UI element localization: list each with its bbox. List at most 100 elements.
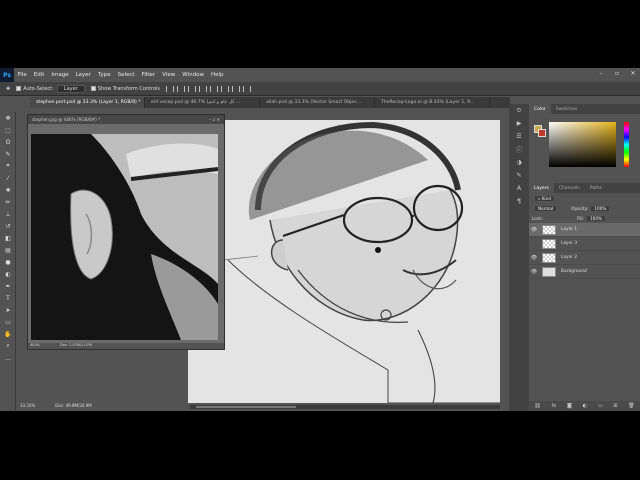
align-top-icon[interactable] [199, 85, 208, 92]
menu-filter[interactable]: Filter [138, 72, 159, 78]
scrollbar-thumb[interactable] [196, 406, 296, 408]
lasso-tool-icon[interactable]: ʘ [0, 136, 16, 148]
hue-slider[interactable] [624, 122, 629, 167]
adjustment-layer-icon[interactable]: ◐ [583, 403, 587, 409]
align-center-icon[interactable] [177, 85, 186, 92]
minimize-icon[interactable]: – [598, 71, 604, 77]
menu-view[interactable]: View [159, 72, 179, 78]
zoom-tool-icon[interactable]: ⌕ [0, 340, 16, 352]
maximize-icon[interactable]: ▫ [614, 71, 620, 77]
fill-input[interactable]: 100% [585, 214, 606, 222]
eraser-icon[interactable]: ◧ [0, 232, 16, 244]
reference-image-window[interactable]: stephen.jpg @ 446% (RGB/8#) * – ▫ ✕ 400%… [27, 114, 225, 350]
layers-panel: Layers Channels Paths ⌕ Kind Normal Opac… [529, 183, 640, 411]
info-icon[interactable]: ⓘ [509, 143, 529, 156]
eye-icon[interactable]: 👁 [529, 227, 539, 233]
layer-thumbnail [542, 224, 556, 235]
panel-background-swatch[interactable] [538, 129, 546, 137]
align-middle-icon[interactable] [210, 85, 219, 92]
layer-row-layer-1[interactable]: 👁 Layer 1 [529, 223, 640, 237]
distribute-h-icon[interactable] [243, 85, 252, 92]
character-icon[interactable]: A [509, 182, 529, 195]
blend-row: Normal Opacity: 100% [529, 203, 640, 213]
opacity-input[interactable]: 100% [590, 204, 611, 212]
type-tool-icon[interactable]: T [0, 292, 16, 304]
main-canvas[interactable] [188, 120, 500, 403]
kind-filter-dropdown[interactable]: ⌕ Kind [534, 194, 555, 202]
show-transform-checkbox[interactable] [90, 86, 96, 91]
eye-icon[interactable]: 👁 [529, 269, 539, 275]
distribute-icon[interactable] [232, 85, 241, 92]
path-select-icon[interactable]: ➤ [0, 304, 16, 316]
gradient-icon[interactable]: ▤ [0, 244, 16, 256]
menu-select[interactable]: Select [114, 72, 138, 78]
zoom-level[interactable]: 33.33% [20, 403, 35, 408]
close-icon[interactable]: ✕ [630, 71, 636, 77]
tab-layers[interactable]: Layers [529, 183, 554, 193]
add-mask-icon[interactable]: ◙ [567, 403, 572, 409]
marquee-tool-icon[interactable]: ⬚ [0, 124, 16, 136]
new-group-icon[interactable]: ▭ [598, 403, 603, 409]
align-bottom-icon[interactable] [221, 85, 230, 92]
reference-window-title: stephen.jpg @ 446% (RGB/8#) * [32, 117, 101, 122]
align-left-icon[interactable] [166, 85, 175, 92]
tab-paths[interactable]: Paths [585, 186, 607, 191]
shape-tool-icon[interactable]: ▭ [0, 316, 16, 328]
paragraph-icon[interactable]: ¶ [509, 195, 529, 208]
move-tool-icon[interactable]: ✥ [0, 112, 16, 124]
menu-window[interactable]: Window [179, 72, 208, 78]
dodge-icon[interactable]: ◐ [0, 268, 16, 280]
tab-eid-vecap[interactable]: eid vecap.psd @ 46.7% (كل عام و انتم ... [145, 97, 260, 108]
show-transform-label: Show Transform Controls [97, 85, 161, 92]
auto-select-dropdown[interactable]: Layer [56, 84, 85, 93]
layer-row-layer-2[interactable]: 👁 Layer 2 [529, 251, 640, 265]
link-layers-icon[interactable]: ⛓ [534, 403, 540, 409]
reference-window-controls[interactable]: – ▫ ✕ [209, 117, 220, 122]
pen-tool-icon[interactable]: ✒ [0, 280, 16, 292]
delete-layer-icon[interactable]: 🗑 [628, 403, 634, 409]
auto-select-checkbox[interactable] [16, 86, 22, 91]
eyedropper-icon[interactable]: ⁄ [0, 172, 16, 184]
tab-therecap-logo[interactable]: TheRecap-Logo.ai @ 8.33% (Layer 1, R... [375, 97, 490, 108]
crop-tool-icon[interactable]: ⌗ [0, 160, 16, 172]
tab-swatches[interactable]: Swatches [551, 107, 583, 112]
actions-icon[interactable]: ▶ [509, 117, 529, 130]
history-brush-icon[interactable]: ↺ [0, 220, 16, 232]
reference-window-titlebar[interactable]: stephen.jpg @ 446% (RGB/8#) * – ▫ ✕ [28, 115, 224, 124]
tab-channels[interactable]: Channels [554, 186, 585, 191]
tab-allah[interactable]: allah.psd @ 33.3% (Vector Smart Objec... [260, 97, 375, 108]
menu-help[interactable]: Help [207, 72, 227, 78]
history-icon[interactable]: ⏲ [509, 104, 529, 117]
layer-row-layer-3[interactable]: Layer 3 [529, 237, 640, 251]
menu-edit[interactable]: Edit [30, 72, 48, 78]
layer-name: Layer 1 [561, 227, 578, 232]
clone-stamp-icon[interactable]: ⊥ [0, 208, 16, 220]
menu-file[interactable]: File [14, 72, 30, 78]
more-tools-icon[interactable]: … [0, 352, 16, 364]
hand-tool-icon[interactable]: ✋ [0, 328, 16, 340]
brush-tool-icon[interactable]: ✏ [0, 196, 16, 208]
properties-icon[interactable]: ☰ [509, 130, 529, 143]
menu-type[interactable]: Type [94, 72, 114, 78]
move-tool-icon[interactable]: ✥ [6, 86, 10, 92]
adjustments-icon[interactable]: ◑ [509, 156, 529, 169]
menu-layer[interactable]: Layer [72, 72, 94, 78]
blur-icon[interactable]: ● [0, 256, 16, 268]
eye-icon[interactable] [529, 241, 539, 247]
horizontal-scrollbar[interactable] [190, 405, 500, 409]
blend-mode-dropdown[interactable]: Normal [534, 204, 558, 212]
layer-row-background[interactable]: 👁 Background [529, 265, 640, 279]
new-layer-icon[interactable]: ⊞ [613, 403, 617, 409]
tab-stephen-port[interactable]: stephen port.psd @ 33.3% (Layer 1, RGB/8… [30, 97, 145, 108]
reference-zoom[interactable]: 400% [30, 343, 40, 349]
right-panels: Color Swatches Layers Channels Paths ⌕ K… [529, 104, 640, 411]
healing-brush-icon[interactable]: ✚ [0, 184, 16, 196]
color-picker-field[interactable] [549, 122, 616, 167]
brushes-icon[interactable]: ✎ [509, 169, 529, 182]
tab-color[interactable]: Color [529, 104, 551, 114]
quick-select-icon[interactable]: ✎ [0, 148, 16, 160]
eye-icon[interactable]: 👁 [529, 255, 539, 261]
align-right-icon[interactable] [188, 85, 197, 92]
layer-style-icon[interactable]: fx [552, 403, 557, 409]
menu-image[interactable]: Image [48, 72, 72, 78]
